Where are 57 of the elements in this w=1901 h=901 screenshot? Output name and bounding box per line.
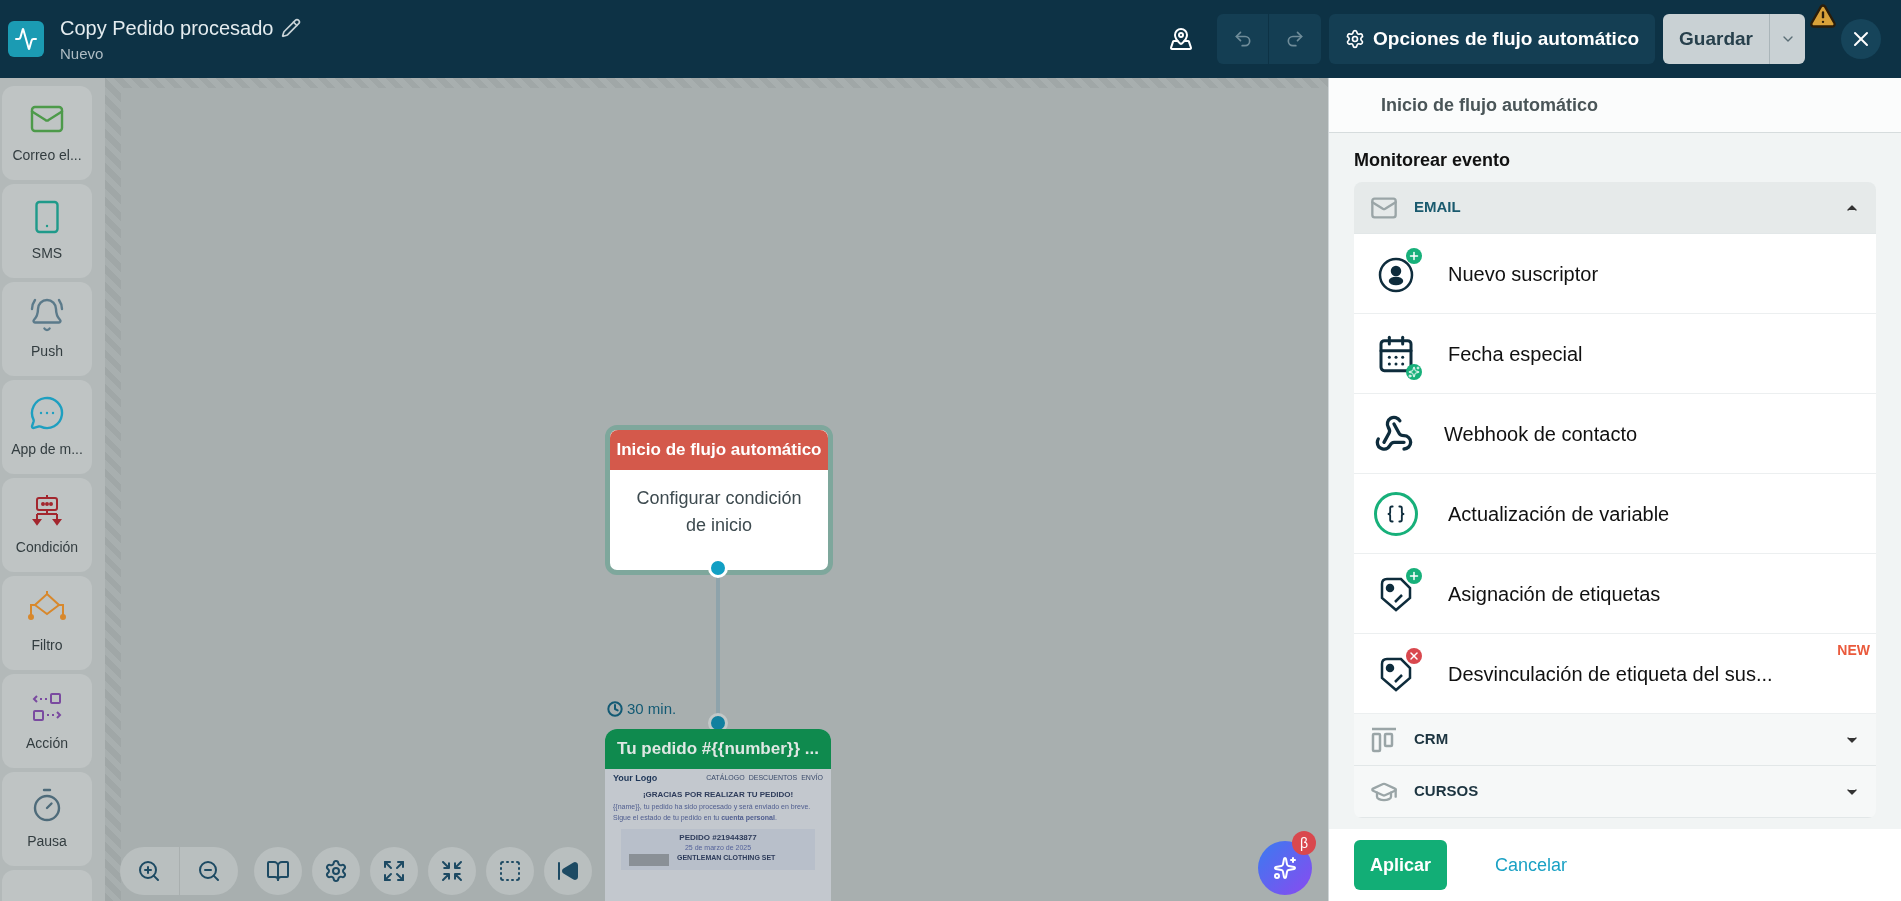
skip-back-icon — [556, 859, 580, 883]
webhook-icon — [1374, 413, 1414, 454]
chat-bubble-icon — [29, 394, 65, 431]
settings-icon — [324, 859, 348, 883]
event-option[interactable]: Asignación de etiquetas — [1354, 554, 1876, 634]
dashed-square-icon — [498, 859, 522, 883]
edit-icon[interactable] — [281, 17, 302, 38]
preview-heading: ¡GRACIAS POR REALIZAR TU PEDIDO! — [641, 790, 795, 800]
undo-icon — [1232, 29, 1253, 49]
map-search-icon[interactable] — [1169, 27, 1194, 51]
zoom-out-icon — [196, 859, 221, 883]
section-title: Monitorear evento — [1354, 149, 1512, 172]
options-label: Opciones de flujo automático — [1373, 26, 1640, 51]
sidebar-item[interactable]: SMS — [2, 184, 92, 278]
node-header: Tu pedido #{{number}} ... — [605, 729, 831, 769]
preview-logo: Your Logo — [613, 773, 658, 784]
book-icon — [266, 859, 290, 883]
flow-status: Nuevo — [60, 43, 105, 64]
close-button[interactable] — [1841, 19, 1881, 59]
variable-refresh-icon — [1374, 491, 1418, 536]
sidebar-item[interactable]: Filtro — [2, 576, 92, 670]
sidebar-item[interactable]: Pausa — [2, 772, 92, 866]
warning-icon — [1809, 2, 1837, 30]
sidebar-item[interactable]: Push — [2, 282, 92, 376]
shrink-icon — [440, 859, 464, 883]
flow-title: Copy Pedido procesado — [60, 15, 274, 41]
category-header[interactable]: EMAIL — [1354, 182, 1876, 234]
event-option[interactable]: Nuevo suscriptor — [1354, 234, 1876, 314]
zoom-in-icon — [137, 859, 162, 883]
settings-icon — [1345, 29, 1366, 49]
new-label: NEW — [1837, 641, 1870, 660]
event-option[interactable]: Webhook de contacto — [1354, 394, 1876, 474]
clock-icon — [607, 701, 623, 718]
email-node[interactable] — [605, 729, 831, 901]
node-header: Inicio de flujo automático — [610, 430, 828, 470]
sidebar-item[interactable]: Acción — [2, 674, 92, 768]
flow-options-button[interactable]: Opciones de flujo automático — [1329, 14, 1656, 64]
bell-icon — [29, 296, 65, 333]
event-option[interactable]: Desvinculación de etiqueta del sus... NEW — [1354, 634, 1876, 714]
delay-label: 30 min. — [627, 699, 677, 719]
category-header[interactable]: CURSOS — [1354, 766, 1876, 818]
start-node[interactable]: Inicio de flujo automático Configurar condición de inicio — [605, 425, 833, 575]
sparkles-icon — [1273, 856, 1297, 880]
app-logo-icon — [8, 21, 44, 57]
sidebar-item[interactable]: Correo el... — [2, 86, 92, 180]
panel-title: Inicio de flujo automático — [1381, 93, 1598, 117]
crm-board-icon — [1370, 725, 1398, 754]
event-option[interactable]: Fecha especial — [1354, 314, 1876, 394]
sidebar-item[interactable]: Condición — [2, 478, 92, 572]
node-body: Configurar condición de inicio — [635, 487, 803, 537]
preview-order-number: PEDIDO #219443877 — [679, 832, 757, 842]
sidebar-item[interactable]: App de m... — [2, 380, 92, 474]
product-photo-placeholder — [629, 853, 669, 866]
category-header[interactable]: CRM — [1354, 714, 1876, 766]
event-option[interactable]: Actualización de variable — [1354, 474, 1876, 554]
redo-icon — [1285, 29, 1306, 49]
expand-icon — [382, 859, 406, 883]
